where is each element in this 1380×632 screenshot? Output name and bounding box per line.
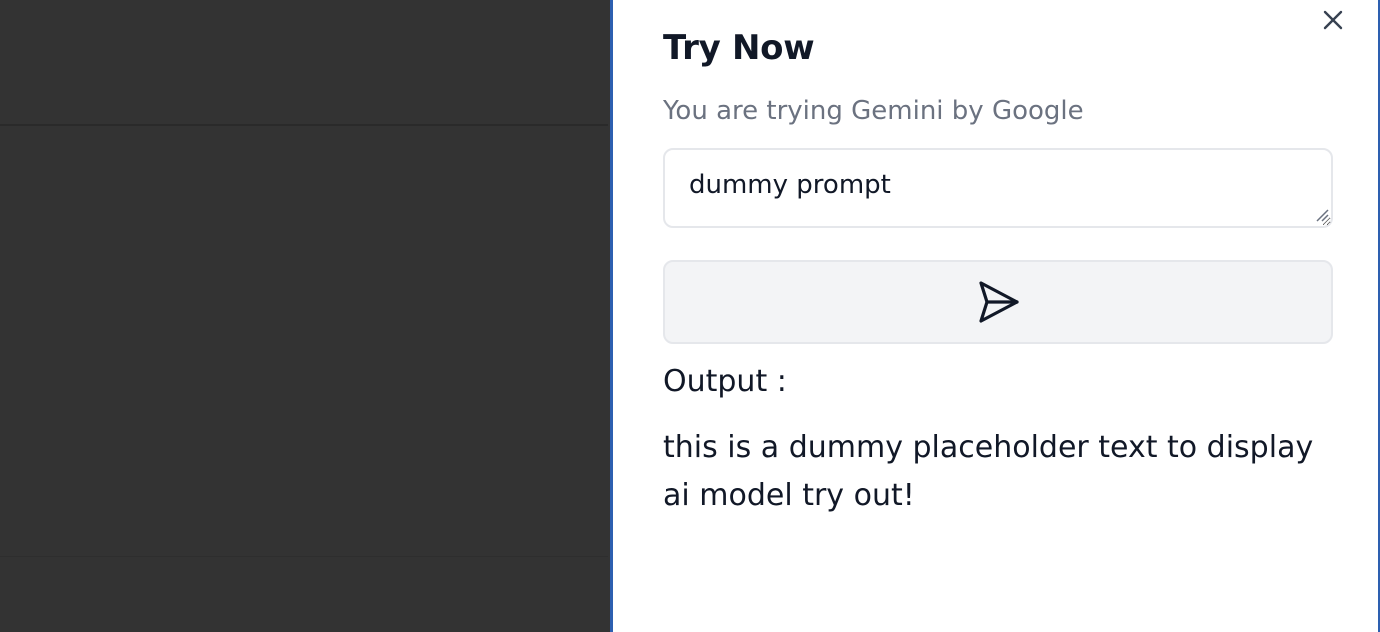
drawer-subtitle: You are trying Gemini by Google: [663, 96, 1084, 126]
modal-backdrop[interactable]: [0, 0, 610, 632]
output-label: Output :: [663, 364, 787, 399]
backdrop-divider: [0, 556, 608, 557]
drawer-title: Try Now: [663, 28, 815, 68]
output-text: this is a dummy placeholder text to disp…: [663, 430, 1314, 513]
close-icon: [1323, 10, 1343, 30]
send-button[interactable]: [663, 260, 1333, 344]
close-button[interactable]: [1321, 8, 1345, 32]
send-icon: [979, 281, 1019, 323]
prompt-input[interactable]: dummy prompt: [663, 148, 1333, 228]
try-now-drawer: Try Now You are trying Gemini by Google …: [610, 0, 1380, 632]
backdrop-divider: [0, 124, 608, 126]
resize-grip-icon[interactable]: [1315, 208, 1329, 222]
